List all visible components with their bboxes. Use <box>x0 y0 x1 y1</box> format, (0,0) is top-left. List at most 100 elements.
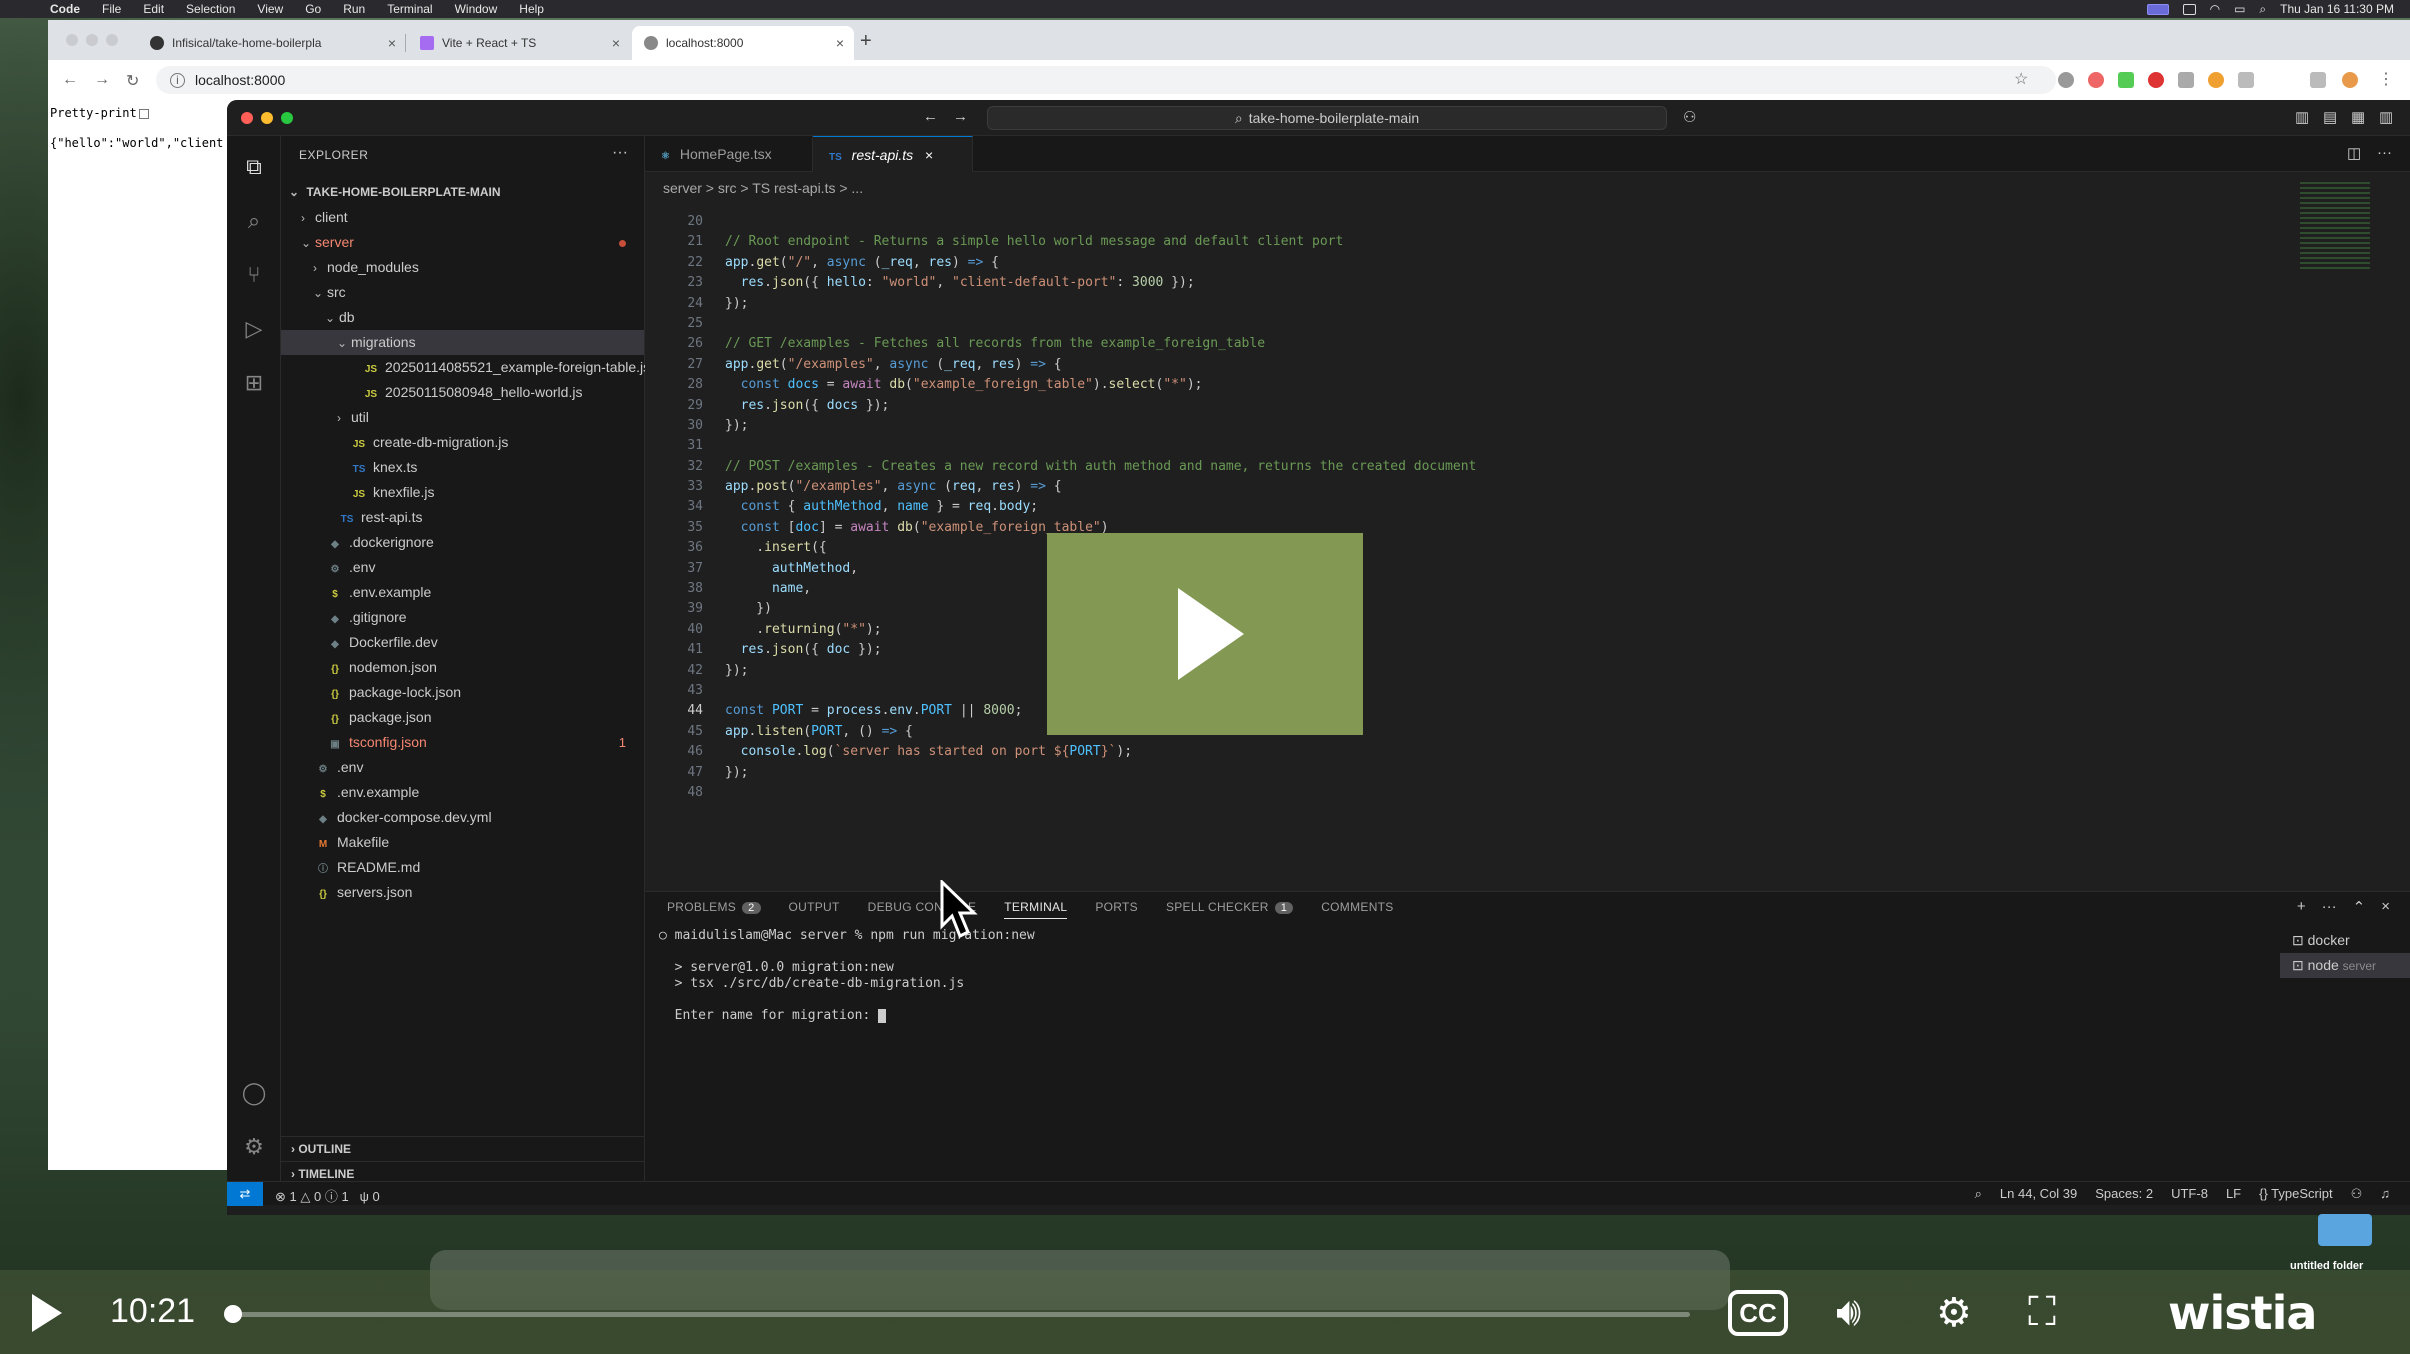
tree-file[interactable]: JS create-db-migration.js <box>281 430 644 455</box>
extension-icon[interactable] <box>2178 72 2194 88</box>
browser-tab-localhost[interactable]: localhost:8000 × <box>632 26 854 60</box>
menu-window[interactable]: Window <box>455 2 498 16</box>
tree-file[interactable]: JS knexfile.js <box>281 480 644 505</box>
command-center-search[interactable]: ⌕ take-home-boilerplate-main <box>987 106 1667 130</box>
pretty-print-toggle[interactable]: Pretty-print <box>50 106 149 120</box>
code-line[interactable]: 31 <box>645 436 2345 456</box>
split-editor-icon[interactable]: ◫ <box>2347 144 2361 162</box>
folder-icon[interactable] <box>2318 1214 2372 1246</box>
tree-file[interactable]: M Makefile <box>281 830 644 855</box>
code-line[interactable]: 47}); <box>645 763 2345 783</box>
tree-file[interactable]: {} package.json <box>281 705 644 730</box>
code-editor[interactable]: 20 21 // Root endpoint - Returns a simple … <box>645 212 2345 803</box>
terminal-item-node[interactable]: ⊡ node server <box>2280 953 2410 978</box>
close-tab-icon[interactable]: × <box>836 35 844 51</box>
tree-file[interactable]: $ .env.example <box>281 580 644 605</box>
tree-file[interactable]: ⚙ .env <box>281 755 644 780</box>
close-tab-icon[interactable]: × <box>925 147 933 163</box>
terminal-output[interactable]: ○ maidulislam@Mac server % npm run migra… <box>659 928 1035 1024</box>
toggle-panel-icon[interactable]: ▦ <box>2351 108 2365 126</box>
extension-icon[interactable] <box>2208 72 2224 88</box>
tab-ports[interactable]: PORTS <box>1095 900 1138 914</box>
extensions-icon[interactable]: ⊞ <box>239 368 269 398</box>
tab-problems[interactable]: PROBLEMS 2 <box>667 900 761 914</box>
zoom-icon[interactable]: ⌕ <box>1975 1186 1982 1202</box>
reload-icon[interactable]: ↻ <box>126 71 139 91</box>
code-line[interactable]: 35 const [doc] = await db("example_forei… <box>645 518 2345 538</box>
run-debug-icon[interactable]: ▷ <box>239 314 269 344</box>
code-line[interactable]: 45 app.listen(PORT, () => { <box>645 722 2345 742</box>
browser-tab-github[interactable]: Infisical/take-home-boilerpla × <box>138 26 406 60</box>
menu-help[interactable]: Help <box>519 2 544 16</box>
address-bar[interactable]: i localhost:8000 <box>156 66 2056 94</box>
tree-folder[interactable]: › util <box>281 405 644 430</box>
tree-folder[interactable]: › node_modules <box>281 255 644 280</box>
zoom-button[interactable] <box>106 34 118 46</box>
remote-indicator-icon[interactable]: ⇄ <box>227 1182 263 1206</box>
tree-folder[interactable]: › client <box>281 205 644 230</box>
toggle-sidebar-icon[interactable]: ▤ <box>2323 108 2337 126</box>
tab-terminal[interactable]: TERMINAL <box>1004 900 1068 919</box>
tree-file[interactable]: {} package-lock.json <box>281 680 644 705</box>
clock[interactable]: Thu Jan 16 11:30 PM <box>2280 2 2394 16</box>
code-line[interactable]: 23 res.json({ hello: "world", "client-de… <box>645 273 2345 293</box>
settings-gear-icon[interactable]: ⚙ <box>239 1132 269 1162</box>
code-line[interactable]: 37 authMethod, <box>645 559 2345 579</box>
back-icon[interactable]: ← <box>923 108 938 125</box>
code-line[interactable]: 46 console.log(`server has started on po… <box>645 742 2345 762</box>
minimize-button[interactable] <box>261 112 273 124</box>
problems-status[interactable]: ⊗ 1 △ 0 ⓘ 1 ψ 0 <box>275 1186 380 1205</box>
indentation[interactable]: Spaces: 2 <box>2095 1186 2153 1202</box>
tree-file[interactable]: ◆ .gitignore <box>281 605 644 630</box>
search-icon[interactable]: ⌕ <box>2259 2 2266 17</box>
screen-record-icon[interactable] <box>2146 3 2169 15</box>
settings-gear-icon[interactable]: ⚙ <box>1936 1290 1972 1336</box>
tree-file[interactable]: JS 20250115080948_hello-world.js <box>281 380 644 405</box>
code-line[interactable]: 24}); <box>645 294 2345 314</box>
copilot-status-icon[interactable]: ⚇ <box>2351 1186 2363 1202</box>
code-line[interactable]: 44 const PORT = process.env.PORT || 8000; <box>645 701 2345 721</box>
tree-file[interactable]: ◆ docker-compose.dev.yml <box>281 805 644 830</box>
extension-icon[interactable] <box>2148 72 2164 88</box>
menu-go[interactable]: Go <box>305 2 321 16</box>
tree-file[interactable]: TS knex.ts <box>281 455 644 480</box>
forward-icon[interactable]: → <box>94 71 110 89</box>
menu-edit[interactable]: Edit <box>143 2 164 16</box>
workspace-root[interactable]: ⌄ TAKE-HOME-BOILERPLATE-MAIN <box>281 180 644 205</box>
source-control-icon[interactable]: ⑂ <box>239 260 269 290</box>
customize-layout-icon[interactable]: ▥ <box>2295 108 2309 126</box>
tree-file[interactable]: ⓘ README.md <box>281 855 644 880</box>
close-panel-icon[interactable]: × <box>2381 898 2390 916</box>
close-tab-icon[interactable]: × <box>612 35 620 51</box>
seek-handle[interactable] <box>224 1305 242 1323</box>
menu-app-name[interactable]: Code <box>50 2 80 16</box>
avatar[interactable] <box>2342 72 2358 88</box>
browser-tab-vite[interactable]: Vite + React + TS × <box>408 26 630 60</box>
pretty-print-checkbox[interactable] <box>138 108 149 119</box>
close-tab-icon[interactable]: × <box>388 35 396 51</box>
terminal-item-docker[interactable]: ⊡ docker <box>2280 928 2410 953</box>
editor-tab-homepage[interactable]: ⚛ HomePage.tsx <box>645 136 813 172</box>
code-line[interactable]: 42}); <box>645 661 2345 681</box>
back-icon[interactable]: ← <box>62 71 78 89</box>
account-icon[interactable]: ◯ <box>239 1078 269 1108</box>
tree-file[interactable]: TS rest-api.ts <box>281 505 644 530</box>
copilot-icon[interactable]: ⚇ <box>1683 108 1696 126</box>
more-actions-icon[interactable]: ··· <box>612 144 628 162</box>
video-play-overlay-button[interactable] <box>1047 533 1363 735</box>
more-menu-icon[interactable]: ⋮ <box>2378 69 2394 89</box>
fullscreen-icon[interactable]: ⛶ <box>2028 1290 2056 1335</box>
notifications-bell-icon[interactable]: ♫ <box>2380 1186 2390 1202</box>
search-icon[interactable]: ⌕ <box>239 206 269 236</box>
code-line[interactable]: 34 const { authMethod, name } = req.body… <box>645 497 2345 517</box>
download-icon[interactable] <box>2310 72 2326 88</box>
tree-file[interactable]: ◆ .dockerignore <box>281 530 644 555</box>
code-line[interactable]: 43 <box>645 681 2345 701</box>
language-mode[interactable]: {} TypeScript <box>2259 1186 2332 1202</box>
code-line[interactable]: 38 name, <box>645 579 2345 599</box>
tree-file[interactable]: {} nodemon.json <box>281 655 644 680</box>
new-terminal-icon[interactable]: + <box>2297 898 2306 916</box>
close-button[interactable] <box>241 112 253 124</box>
tab-spell-checker[interactable]: SPELL CHECKER 1 <box>1166 900 1294 914</box>
code-line[interactable]: 20 <box>645 212 2345 232</box>
